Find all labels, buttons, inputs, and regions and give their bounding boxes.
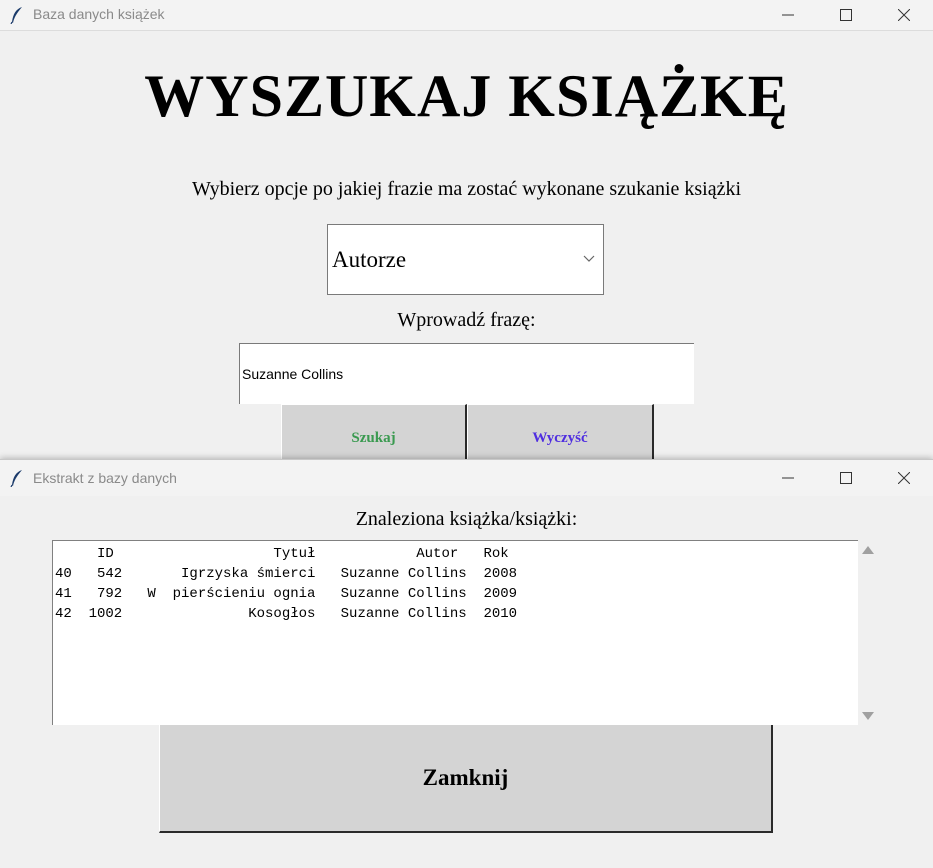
close-button[interactable]: Zamknij [159, 725, 773, 833]
phrase-label: Wprowadź frazę: [397, 309, 536, 331]
extract-titlebar[interactable]: Ekstrakt z bazy danych [0, 460, 933, 496]
result-row: 42 1002 Kosogłos Suzanne Collins 2010 [55, 606, 518, 622]
main-titlebar[interactable]: Baza danych książek [0, 0, 933, 31]
maximize-button[interactable] [817, 0, 875, 30]
extract-window-title: Ekstrakt z bazy danych [33, 470, 177, 486]
feather-icon [10, 470, 22, 487]
search-by-selected-value: Autorze [332, 247, 407, 272]
minimize-button[interactable] [759, 0, 817, 30]
maximize-button[interactable] [817, 460, 875, 496]
maximize-icon [840, 9, 852, 21]
chevron-down-icon[interactable] [583, 255, 595, 263]
minimize-button[interactable] [759, 460, 817, 496]
scroll-down-arrow-icon[interactable] [862, 712, 874, 720]
phrase-input-value: Suzanne Collins [242, 366, 344, 382]
close-window-button[interactable] [875, 0, 933, 30]
scroll-up-arrow-icon[interactable] [862, 546, 874, 554]
main-window-title: Baza danych książek [33, 6, 165, 22]
results-text: ID Tytuł Autor Rok 40 542 Igrzyska śmier… [53, 541, 858, 624]
results-header: ID Tytuł Autor Rok [55, 546, 509, 562]
close-icon [898, 472, 910, 484]
results-label: Znaleziona książka/książki: [355, 508, 578, 530]
results-textbox[interactable]: ID Tytuł Autor Rok 40 542 Igrzyska śmier… [52, 540, 858, 725]
result-row: 41 792 W pierścieniu ognia Suzanne Colli… [55, 586, 518, 602]
result-row: 40 542 Igrzyska śmierci Suzanne Collins … [55, 566, 518, 582]
feather-icon [10, 7, 22, 24]
maximize-icon [840, 472, 852, 484]
results-scrollbar[interactable] [858, 540, 878, 725]
close-icon [898, 9, 910, 21]
instruction-text: Wybierz opcje po jakiej frazie ma zostać… [191, 178, 742, 200]
page-title: WYSZUKAJ KSIĄŻKĘ [144, 63, 789, 129]
main-window: Baza danych książek WYSZUKAJ KSIĄŻKĘ Wyb… [0, 0, 933, 474]
extract-window: Ekstrakt z bazy danych Znaleziona książk… [0, 459, 933, 868]
search-by-select[interactable]: Autorze [327, 224, 604, 295]
minimize-icon [782, 477, 794, 479]
close-window-button[interactable] [875, 460, 933, 496]
minimize-icon [782, 14, 794, 16]
phrase-input[interactable]: Suzanne Collins [239, 343, 694, 404]
